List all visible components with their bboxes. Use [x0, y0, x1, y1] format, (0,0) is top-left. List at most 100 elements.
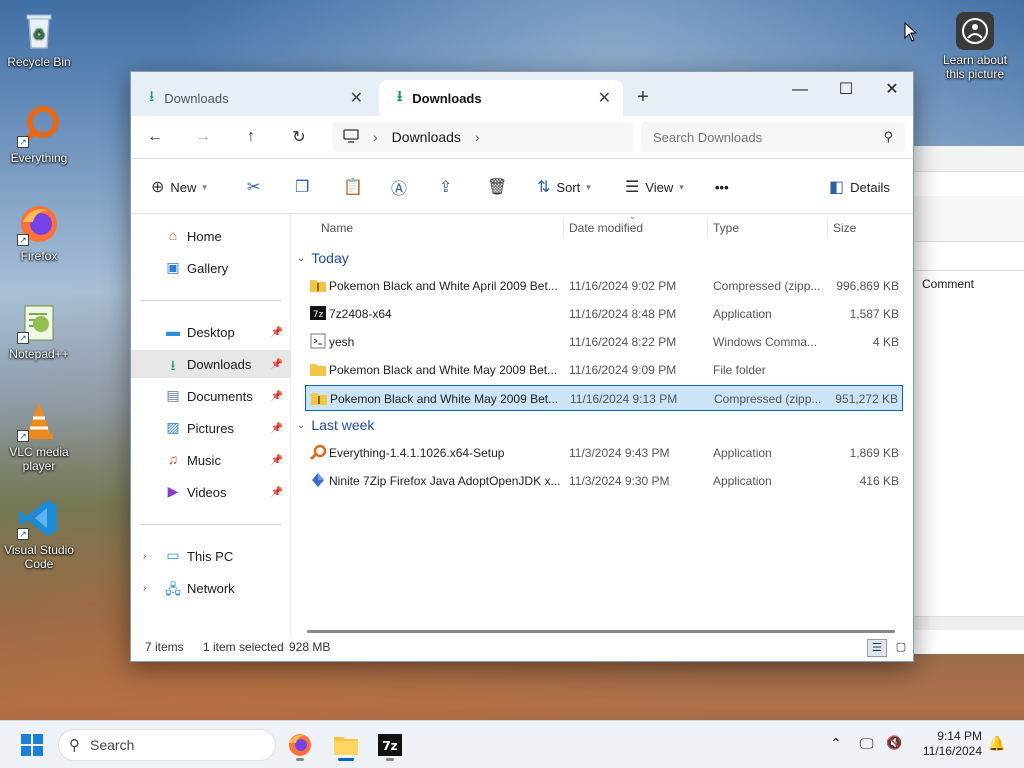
breadcrumb[interactable]: › Downloads ›	[333, 122, 633, 152]
pin-icon[interactable]: 📌	[271, 359, 283, 370]
nav-item-videos[interactable]: ▶ Videos 📌	[131, 478, 291, 506]
pin-icon[interactable]: 📌	[271, 487, 283, 498]
close-tab-icon[interactable]: ✕	[598, 88, 611, 108]
pin-icon[interactable]: 📌	[271, 327, 283, 338]
close-tab-icon[interactable]: ✕	[350, 88, 363, 108]
start-button[interactable]	[20, 733, 44, 760]
column-header-name[interactable]: Name	[321, 214, 353, 242]
file-row[interactable]: 7z 7z2408-x64 11/16/2024 8:48 PM Applica…	[305, 301, 903, 327]
file-row[interactable]: Pokemon Black and White April 2009 Bet..…	[305, 273, 903, 299]
details-view-button[interactable]: ☰	[867, 639, 887, 657]
show-hidden-icons-button[interactable]: ⌃	[830, 735, 842, 752]
tab-downloads-2[interactable]: ⭳ Downloads ✕	[379, 80, 623, 116]
breadcrumb-downloads[interactable]: Downloads	[392, 129, 461, 145]
new-button[interactable]: ⊕ New ▾	[151, 159, 207, 215]
notepadpp-icon: ↗	[17, 300, 61, 344]
column-divider[interactable]	[827, 218, 828, 238]
nav-item-desktop[interactable]: ▬ Desktop 📌	[131, 318, 291, 346]
documents-folder-icon: ▤	[166, 387, 180, 403]
chevron-right-icon[interactable]: ›	[143, 583, 146, 594]
search-box[interactable]: ⚲	[641, 122, 905, 152]
nav-item-label: Downloads	[187, 356, 252, 372]
downloads-folder-icon: ⭳	[170, 357, 176, 373]
column-divider[interactable]	[707, 218, 708, 238]
column-header-comment[interactable]: Comment	[913, 270, 1024, 294]
vlc-icon: ↗	[17, 398, 61, 442]
view-button[interactable]: ☰ View ▾	[625, 159, 684, 215]
file-row-selected[interactable]: Pokemon Black and White May 2009 Bet... …	[305, 385, 903, 411]
group-header-last-week[interactable]: ⌄ Last week	[297, 413, 374, 437]
column-header-type[interactable]: Type	[713, 214, 739, 242]
file-row[interactable]: Pokemon Black and White May 2009 Bet... …	[305, 357, 903, 383]
rename-button[interactable]: Ⓐ	[391, 159, 407, 215]
search-input[interactable]	[653, 129, 884, 145]
new-tab-button[interactable]: +	[631, 86, 655, 109]
column-header-size[interactable]: Size	[833, 214, 856, 242]
share-button[interactable]: ⇪	[439, 159, 452, 215]
group-header-today[interactable]: ⌄ Today	[297, 246, 349, 270]
copy-button[interactable]: ❐	[295, 159, 309, 215]
desktop-icon-firefox[interactable]: ↗ Firefox	[1, 202, 77, 263]
more-options-button[interactable]: •••	[715, 159, 729, 215]
paste-button[interactable]: 📋	[343, 159, 363, 215]
pin-icon[interactable]: 📌	[271, 423, 283, 434]
nav-item-home[interactable]: ⌂ Home	[131, 222, 291, 250]
pictures-folder-icon: ▨	[166, 419, 180, 435]
refresh-button[interactable]: ↻	[275, 127, 323, 147]
mouse-cursor-icon	[904, 21, 918, 45]
up-arrow-icon: ↑	[247, 128, 255, 145]
details-pane-button[interactable]: ◧ Details	[829, 159, 890, 215]
file-row[interactable]: yesh 11/16/2024 8:22 PM Windows Comma...…	[305, 329, 903, 355]
tiles-view-button[interactable]: ▢	[891, 639, 911, 657]
minimize-button[interactable]: —	[777, 76, 823, 104]
desktop-icon-notepadpp[interactable]: ↗ Notepad++	[1, 300, 77, 361]
sort-button[interactable]: ⇅ Sort ▾	[537, 159, 591, 215]
forward-button[interactable]: →	[179, 128, 227, 146]
nav-item-pictures[interactable]: ▨ Pictures 📌	[131, 414, 291, 442]
search-icon: ⚲	[69, 737, 80, 754]
nav-item-network[interactable]: › 🖧 Network	[131, 574, 291, 602]
learn-about-picture[interactable]: Learn about this picture	[937, 12, 1013, 81]
up-button[interactable]: ↑	[227, 128, 275, 146]
tab-downloads-1[interactable]: ⭳ Downloads ✕	[131, 80, 375, 116]
learn-about-picture-icon	[956, 12, 994, 50]
chevron-right-icon[interactable]: ›	[475, 129, 480, 145]
taskbar-clock[interactable]: 9:14 PM 11/16/2024	[912, 729, 982, 759]
back-button[interactable]: ←	[131, 128, 179, 146]
volume-button[interactable]: 🔇	[886, 735, 902, 751]
close-window-button[interactable]: ✕	[869, 76, 915, 104]
pin-icon[interactable]: 📌	[271, 391, 283, 402]
pin-icon[interactable]: 📌	[271, 455, 283, 466]
cut-button[interactable]: ✂	[247, 159, 260, 215]
background-window-scrollbar[interactable]	[913, 616, 1024, 630]
column-divider[interactable]	[563, 218, 564, 238]
taskbar-firefox[interactable]	[284, 729, 316, 761]
chevron-right-icon[interactable]: ›	[143, 551, 146, 562]
group-label: Today	[311, 250, 349, 266]
desktop-icon-vlc[interactable]: ↗ VLC media player	[1, 398, 77, 473]
desktop-icon-label: Notepad++	[9, 347, 69, 361]
nav-item-this-pc[interactable]: › ▭ This PC	[131, 542, 291, 570]
sort-label: Sort	[556, 179, 581, 195]
nav-divider	[141, 524, 281, 525]
nav-item-gallery[interactable]: ▣ Gallery	[131, 254, 291, 282]
file-size: 1,869 KB	[849, 446, 899, 460]
download-arrow-icon: ⭳	[149, 87, 155, 105]
nav-item-music[interactable]: ♫ Music 📌	[131, 446, 291, 474]
file-row[interactable]: Ninite 7Zip Firefox Java AdoptOpenJDK x.…	[305, 468, 903, 494]
desktop-icon-everything[interactable]: ↗ Everything	[1, 104, 77, 165]
taskbar-7zip[interactable]: 7z	[374, 729, 406, 761]
network-status-button[interactable]: 🖵	[860, 735, 874, 752]
taskbar-file-explorer[interactable]	[330, 729, 362, 761]
maximize-button[interactable]: ☐	[823, 76, 869, 104]
delete-button[interactable]: 🗑	[487, 159, 507, 215]
desktop-icon-vscode[interactable]: ↗ Visual Studio Code	[1, 496, 77, 571]
nav-item-downloads[interactable]: ⭳ Downloads 📌	[131, 350, 291, 378]
notifications-button[interactable]: 🔔	[988, 735, 1005, 752]
taskbar-search[interactable]: ⚲ Search	[58, 729, 276, 761]
file-row[interactable]: Everything-1.4.1.1026.x64-Setup 11/3/202…	[305, 440, 903, 466]
svg-text:♻: ♻	[33, 26, 46, 42]
command-bar: ⊕ New ▾ ✂ ❐ 📋 Ⓐ ⇪ 🗑 ⇅ Sort ▾ ☰ View ▾ ••…	[131, 158, 913, 214]
desktop-icon-recycle-bin[interactable]: ♻ Recycle Bin	[1, 8, 77, 69]
nav-item-documents[interactable]: ▤ Documents 📌	[131, 382, 291, 410]
